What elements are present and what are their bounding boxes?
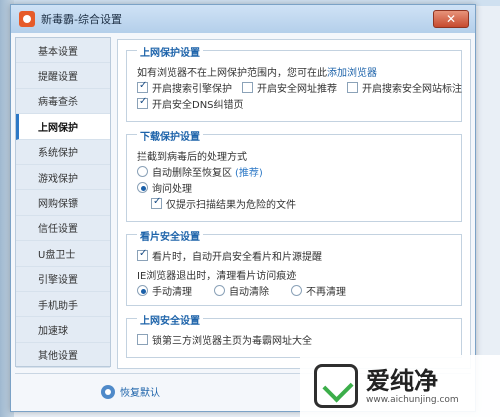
sidebar: 基本设置 提醒设置 病毒查杀 上网保护 系统保护 游戏保护 网购保镖 信任设置 … (15, 37, 111, 369)
search-engine-protection-label: 开启搜索引擎保护 (152, 83, 232, 95)
never-clean-radio[interactable] (291, 284, 302, 296)
download-protection-group: 下载保护设置 拦截到病毒后的处理方式 自动删除至恢复区 (推荐) 询问处理 仅提… (126, 128, 462, 222)
watermark-logo-icon (314, 364, 358, 408)
restore-defaults-link[interactable]: 恢复默认 (120, 384, 160, 399)
dns-option-row: 开启安全DNS纠错页 (137, 95, 451, 111)
app-logo-icon (19, 11, 35, 27)
dns-label: 开启安全DNS纠错页 (152, 99, 244, 111)
settings-content: 上网保护设置 如有浏览器不在上网保护范围内，您可在此 添加浏览器 开启搜索引擎保… (117, 39, 471, 369)
manual-clean-label: 手动清理 (152, 286, 192, 298)
movie-safety-group: 看片安全设置 看片时，自动开启安全看片和片源提醒 IE浏览器退出时，清理看片访问… (126, 228, 462, 306)
auto-clean-radio[interactable] (214, 284, 225, 296)
auto-delete-row: 自动删除至恢复区 (推荐) (137, 163, 451, 179)
prompt-only-row: 仅提示扫描结果为危险的文件 (137, 195, 451, 211)
lock-homepage-option[interactable]: 锁第三方浏览器主页为毒霸网址大全 (137, 332, 312, 347)
prompt-only-label: 仅提示扫描结果为危险的文件 (166, 199, 296, 211)
safe-url-label: 开启安全网址推荐 (257, 83, 337, 95)
ask-row: 询问处理 (137, 179, 451, 195)
auto-clean-option[interactable]: 自动清除 (214, 283, 269, 298)
safe-url-checkbox[interactable] (242, 81, 253, 93)
auto-delete-label: 自动删除至恢复区 (152, 167, 232, 179)
safe-url-option[interactable]: 开启安全网址推荐 (242, 80, 337, 95)
sidebar-item-other-settings[interactable]: 其他设置 (16, 343, 110, 369)
auto-enable-checkbox[interactable] (137, 248, 148, 261)
search-engine-protection-option[interactable]: 开启搜索引擎保护 (137, 80, 232, 95)
ie-cleanup-label: IE浏览器退出时，清理看片访问痕迹 (137, 270, 297, 282)
sidebar-item-game-protection[interactable]: 游戏保护 (16, 165, 110, 191)
auto-delete-radio[interactable] (137, 165, 148, 177)
sidebar-item-basic-settings[interactable]: 基本设置 (16, 38, 110, 64)
dns-checkbox[interactable] (137, 96, 148, 109)
prompt-only-checkbox[interactable] (151, 196, 162, 209)
search-mark-checkbox[interactable] (347, 81, 358, 93)
sidebar-item-web-protection[interactable]: 上网保护 (16, 114, 110, 140)
watermark-text: 爱纯净 www.aichunjing.com (366, 367, 459, 405)
close-button[interactable]: ✕ (433, 10, 469, 28)
restore-icon[interactable] (101, 384, 115, 399)
title-bar: 新毒霸-综合设置 ✕ (11, 5, 475, 33)
web-safety-title: 上网安全设置 (137, 312, 203, 327)
recommend-tag: (推荐) (235, 167, 263, 179)
web-protection-options-row: 开启搜索引擎保护 开启安全网址推荐 开启搜索安全网站标注 (137, 79, 462, 95)
auto-enable-row: 看片时，自动开启安全看片和片源提醒 (137, 247, 451, 263)
web-safety-group: 上网安全设置 锁第三方浏览器主页为毒霸网址大全 (126, 312, 462, 358)
auto-enable-label: 看片时，自动开启安全看片和片源提醒 (152, 251, 322, 263)
search-mark-label: 开启搜索安全网站标注 (362, 83, 462, 95)
settings-window: 新毒霸-综合设置 ✕ 基本设置 提醒设置 病毒查杀 上网保护 系统保护 游戏保护… (10, 4, 476, 412)
watermark-brand: 爱纯净 (366, 367, 438, 395)
prompt-only-option[interactable]: 仅提示扫描结果为危险的文件 (151, 196, 296, 211)
site-watermark: 爱纯净 www.aichunjing.com (300, 355, 500, 417)
download-prompt: 拦截到病毒后的处理方式 (137, 151, 247, 163)
auto-enable-option[interactable]: 看片时，自动开启安全看片和片源提醒 (137, 248, 322, 263)
watermark-url: www.aichunjing.com (366, 395, 459, 405)
manual-clean-radio[interactable] (137, 284, 148, 296)
dns-option[interactable]: 开启安全DNS纠错页 (137, 96, 244, 111)
web-protection-group: 上网保护设置 如有浏览器不在上网保护范围内，您可在此 添加浏览器 开启搜索引擎保… (126, 44, 462, 122)
browser-note: 如有浏览器不在上网保护范围内，您可在此 添加浏览器 (137, 63, 451, 79)
sidebar-item-usb-guard[interactable]: U盘卫士 (16, 241, 110, 267)
never-clean-option[interactable]: 不再清理 (291, 283, 346, 298)
lock-homepage-checkbox[interactable] (137, 333, 148, 345)
search-mark-option[interactable]: 开启搜索安全网站标注 (347, 80, 462, 95)
sidebar-item-trust-settings[interactable]: 信任设置 (16, 216, 110, 242)
movie-safety-title: 看片安全设置 (137, 228, 203, 243)
web-protection-title: 上网保护设置 (137, 44, 203, 59)
download-protection-title: 下载保护设置 (137, 128, 203, 143)
never-clean-label: 不再清理 (306, 286, 346, 298)
search-engine-protection-checkbox[interactable] (137, 80, 148, 93)
sidebar-item-virus-scan[interactable]: 病毒查杀 (16, 89, 110, 115)
sidebar-item-reminder-settings[interactable]: 提醒设置 (16, 63, 110, 89)
sidebar-item-engine-settings[interactable]: 引擎设置 (16, 267, 110, 292)
sidebar-item-speed-ball[interactable]: 加速球 (16, 317, 110, 343)
window-title: 新毒霸-综合设置 (41, 13, 122, 26)
sidebar-item-shopping-guard[interactable]: 网购保镖 (16, 190, 110, 216)
manual-clean-option[interactable]: 手动清理 (137, 283, 192, 298)
lock-homepage-label: 锁第三方浏览器主页为毒霸网址大全 (152, 335, 312, 347)
ask-radio[interactable] (137, 181, 148, 193)
ask-option[interactable]: 询问处理 (137, 180, 192, 195)
sidebar-item-phone-assistant[interactable]: 手机助手 (16, 292, 110, 318)
sidebar-item-system-protection[interactable]: 系统保护 (16, 140, 110, 165)
ie-cleanup-options-row: 手动清理 自动清除 不再清理 (137, 282, 451, 298)
browser-note-text: 如有浏览器不在上网保护范围内，您可在此 (137, 67, 327, 79)
auto-clean-label: 自动清除 (229, 286, 269, 298)
ask-label: 询问处理 (152, 183, 192, 195)
auto-delete-option[interactable]: 自动删除至恢复区 (137, 164, 232, 179)
lock-homepage-row: 锁第三方浏览器主页为毒霸网址大全 (137, 331, 451, 347)
add-browser-link[interactable]: 添加浏览器 (327, 64, 377, 79)
